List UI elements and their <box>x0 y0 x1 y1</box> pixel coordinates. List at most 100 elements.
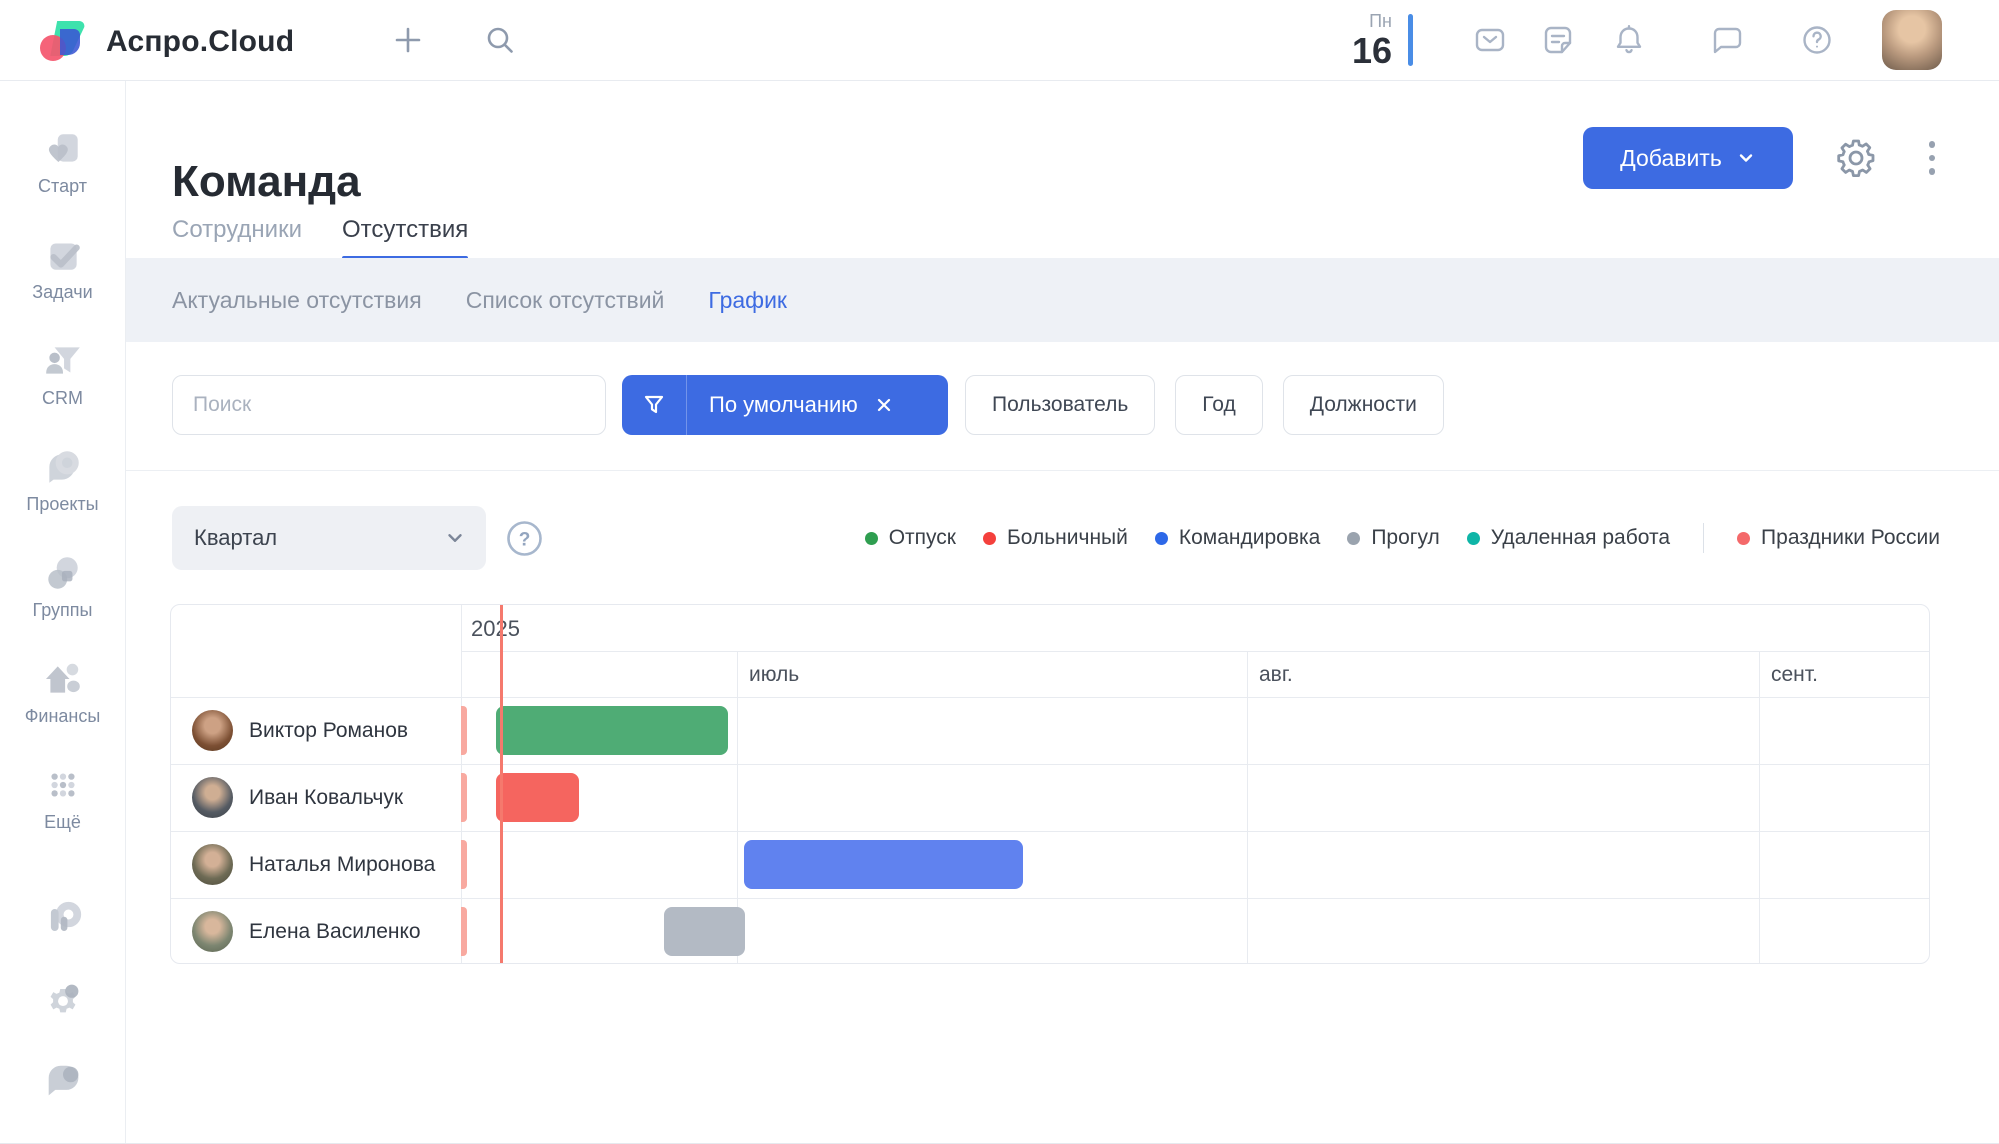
gantt-row: Наталья Миронова <box>171 831 1930 898</box>
avatar <box>192 844 233 885</box>
note-icon[interactable] <box>1540 22 1576 58</box>
tab-absences[interactable]: Отсутствия <box>342 216 468 260</box>
absence-bar-sick[interactable] <box>496 773 579 822</box>
filter-button-positions[interactable]: Должности <box>1283 375 1444 435</box>
sidebar-item-projects[interactable]: Проекты <box>0 434 125 540</box>
section-divider <box>125 470 1999 471</box>
period-select[interactable]: Квартал <box>172 506 486 570</box>
legend-label: Удаленная работа <box>1491 526 1670 550</box>
legend-divider <box>1703 523 1704 553</box>
subtab-list[interactable]: Список отсутствий <box>466 287 665 314</box>
gantt-row: Иван Ковальчук <box>171 764 1930 831</box>
holiday-sliver <box>461 773 467 822</box>
speech-bubble-icon <box>41 1058 85 1102</box>
sidebar-item-tasks[interactable]: Задачи <box>0 222 125 328</box>
close-icon[interactable] <box>874 395 894 415</box>
filter-chip-label: По умолчанию <box>709 392 858 418</box>
legend-item-truancy: Прогул <box>1347 526 1439 550</box>
search-input[interactable] <box>173 376 605 434</box>
aspro-logo-icon[interactable] <box>38 15 94 65</box>
help-icon[interactable] <box>1799 22 1835 58</box>
bubble-ring-icon <box>42 446 84 488</box>
legend-label: Праздники России <box>1761 526 1940 550</box>
filter-button-user[interactable]: Пользователь <box>965 375 1155 435</box>
sidebar-item-groups[interactable]: Группы <box>0 540 125 646</box>
legend-label: Больничный <box>1007 526 1128 550</box>
month-label: авг. <box>1259 663 1293 687</box>
subtab-actual[interactable]: Актуальные отсутствия <box>172 287 422 314</box>
today-line <box>500 605 503 963</box>
avatar <box>192 710 233 751</box>
gantt-row: Виктор Романов <box>171 697 1930 764</box>
subtab-schedule[interactable]: График <box>708 287 787 314</box>
person-funnel-icon <box>42 340 84 382</box>
legend-dot-remote <box>1467 532 1480 545</box>
page-title: Команда <box>172 157 361 207</box>
chat-icon[interactable] <box>1708 22 1744 58</box>
gantt-year-label: 2025 <box>471 616 520 642</box>
absence-bar-truancy[interactable] <box>664 907 745 956</box>
sidebar-item-label: Проекты <box>26 494 98 515</box>
legend-label: Прогул <box>1371 526 1439 550</box>
question-help-icon[interactable]: ? <box>506 520 543 557</box>
legend-item-holiday: Праздники России <box>1737 526 1940 550</box>
search-icon[interactable] <box>482 22 518 58</box>
add-button-label: Добавить <box>1620 145 1722 172</box>
app-logo-text[interactable]: Аспро.Cloud <box>106 25 294 59</box>
chip-divider <box>686 375 687 435</box>
circles-icon <box>42 552 84 594</box>
sidebar-item-label: Финансы <box>25 706 101 727</box>
sidebar-footer <box>0 898 125 1138</box>
legend-label: Отпуск <box>889 526 956 550</box>
employee-name: Виктор Романов <box>249 697 408 764</box>
sidebar-footer-aspro[interactable] <box>41 898 85 942</box>
holiday-sliver <box>461 840 467 889</box>
sidebar-item-label: Группы <box>33 600 93 621</box>
date-accent-bar <box>1408 14 1413 66</box>
mail-icon[interactable] <box>1472 22 1508 58</box>
plus-icon[interactable] <box>390 22 426 58</box>
sidebar-items: Старт Задачи CRM Проекты Группы Финансы Ещё <box>0 80 125 858</box>
dots-grid-icon <box>42 764 84 806</box>
legend-dot-sick <box>983 532 996 545</box>
day-number: 16 <box>1330 33 1392 69</box>
calendar-date[interactable]: Пн 16 <box>1330 12 1392 69</box>
filter-buttons: Пользователь Год Должности <box>965 375 1444 435</box>
sidebar-footer-settings[interactable] <box>41 978 85 1022</box>
tab-employees[interactable]: Сотрудники <box>172 216 302 260</box>
sidebar-item-more[interactable]: Ещё <box>0 752 125 858</box>
legend: ОтпускБольничныйКомандировкаПрогулУдален… <box>620 506 1940 570</box>
add-button[interactable]: Добавить <box>1583 127 1793 189</box>
legend-dot-holiday <box>1737 532 1750 545</box>
page-tabs: Сотрудники Отсутствия <box>172 216 468 260</box>
year-row-border <box>461 651 1930 652</box>
chevron-down-icon <box>1736 148 1756 168</box>
kebab-menu-icon[interactable] <box>1920 138 1944 178</box>
absence-bar-vacation[interactable] <box>496 706 728 755</box>
filter-chip-default[interactable]: По умолчанию <box>622 375 948 435</box>
legend-dot-trip <box>1155 532 1168 545</box>
settings-gear-icon[interactable] <box>1834 136 1878 180</box>
funnel-icon <box>642 393 666 417</box>
month-label: июль <box>749 663 799 687</box>
legend-item-remote: Удаленная работа <box>1467 526 1670 550</box>
legend-dot-truancy <box>1347 532 1360 545</box>
sidebar-item-crm[interactable]: CRM <box>0 328 125 434</box>
user-avatar[interactable] <box>1882 10 1942 70</box>
absence-gantt-chart: июль авг. сент. 2025 Виктор РомановИван Ко… <box>170 604 1930 964</box>
sidebar-item-label: CRM <box>42 388 83 409</box>
filter-button-year[interactable]: Год <box>1175 375 1262 435</box>
employee-name: Наталья Миронова <box>249 831 435 898</box>
sidebar-item-finance[interactable]: Финансы <box>0 646 125 752</box>
sidebar-footer-chat[interactable] <box>41 1058 85 1102</box>
bell-icon[interactable] <box>1611 22 1647 58</box>
avatar <box>192 911 233 952</box>
gear-icon <box>41 978 85 1022</box>
absence-bar-trip[interactable] <box>744 840 1023 889</box>
month-label: сент. <box>1771 663 1818 687</box>
aspro-p-icon <box>41 898 85 942</box>
search-field <box>172 375 606 435</box>
sidebar-item-label: Старт <box>38 176 87 197</box>
sidebar-item-start[interactable]: Старт <box>0 116 125 222</box>
legend-item-vacation: Отпуск <box>865 526 956 550</box>
